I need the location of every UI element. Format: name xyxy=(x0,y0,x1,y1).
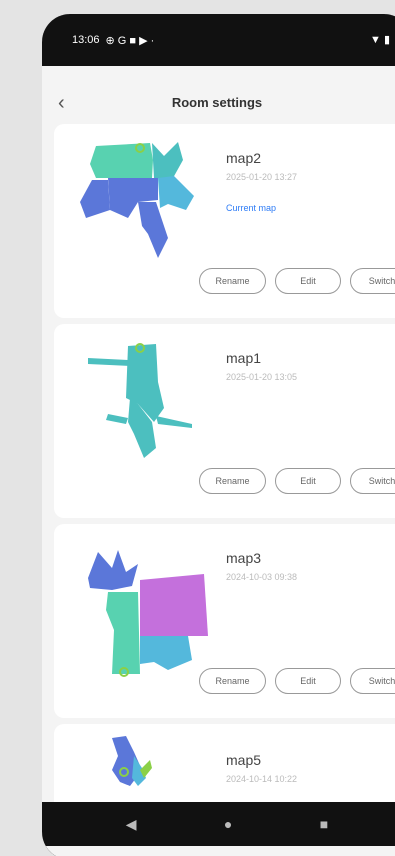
page-title: Room settings xyxy=(171,95,263,110)
android-navigation-bar: ◀ ● ■ xyxy=(42,802,395,846)
status-indicators: ⊕ G ■ ▶ · xyxy=(105,34,155,47)
map-name: map5 xyxy=(226,752,262,768)
status-time: 13:06 xyxy=(72,34,100,46)
map-name: map1 xyxy=(226,350,262,366)
switch-button[interactable]: Switch xyxy=(350,468,395,494)
map-name: map3 xyxy=(226,550,262,566)
map-thumbnail xyxy=(80,142,194,258)
map-date: 2024-10-14 10:22 xyxy=(226,774,298,784)
switch-button[interactable]: Switch xyxy=(350,268,395,294)
switch-button[interactable]: Switch xyxy=(350,668,395,694)
edit-button[interactable]: Edit xyxy=(275,268,341,294)
status-bar: 13:06 ⊕ G ■ ▶ · ▼ ▮ xyxy=(42,14,395,66)
map-date: 2025-01-20 13:05 xyxy=(226,372,298,382)
app-screen: 13:06 ⊕ G ■ ▶ · ▼ ▮ ‹ Room settings ⋮ ma… xyxy=(42,14,395,856)
map-thumbnail xyxy=(88,550,208,677)
map-card[interactable]: map3 2024-10-03 09:38 Rename Edit Switch xyxy=(54,524,395,718)
card-actions: Rename Edit Switch xyxy=(199,468,395,494)
card-actions: Rename Edit Switch xyxy=(199,268,395,294)
current-map-label: Current map xyxy=(226,203,277,213)
card-actions: Rename Edit Switch xyxy=(199,668,395,694)
status-right-icons: ▼ ▮ xyxy=(370,34,390,46)
map-card[interactable]: map1 2025-01-20 13:05 Rename Edit Switch xyxy=(54,324,395,518)
map-thumbnail xyxy=(88,343,192,458)
nav-recents-icon[interactable]: ■ xyxy=(320,816,328,832)
map-thumbnail xyxy=(112,736,152,786)
rename-button[interactable]: Rename xyxy=(199,468,266,494)
map-name: map2 xyxy=(226,150,262,166)
phone-frame: 13:06 ⊕ G ■ ▶ · ▼ ▮ ‹ Room settings ⋮ ma… xyxy=(42,14,395,856)
nav-back-icon[interactable]: ◀ xyxy=(126,816,137,833)
nav-home-icon[interactable]: ● xyxy=(224,816,232,832)
map-card[interactable]: map2 2025-01-20 13:27 Current map Rename… xyxy=(54,124,395,318)
edit-button[interactable]: Edit xyxy=(275,668,341,694)
rename-button[interactable]: Rename xyxy=(199,668,266,694)
map-date: 2024-10-03 09:38 xyxy=(226,572,298,582)
map-date: 2025-01-20 13:27 xyxy=(226,172,298,182)
edit-button[interactable]: Edit xyxy=(275,468,341,494)
rename-button[interactable]: Rename xyxy=(199,268,266,294)
